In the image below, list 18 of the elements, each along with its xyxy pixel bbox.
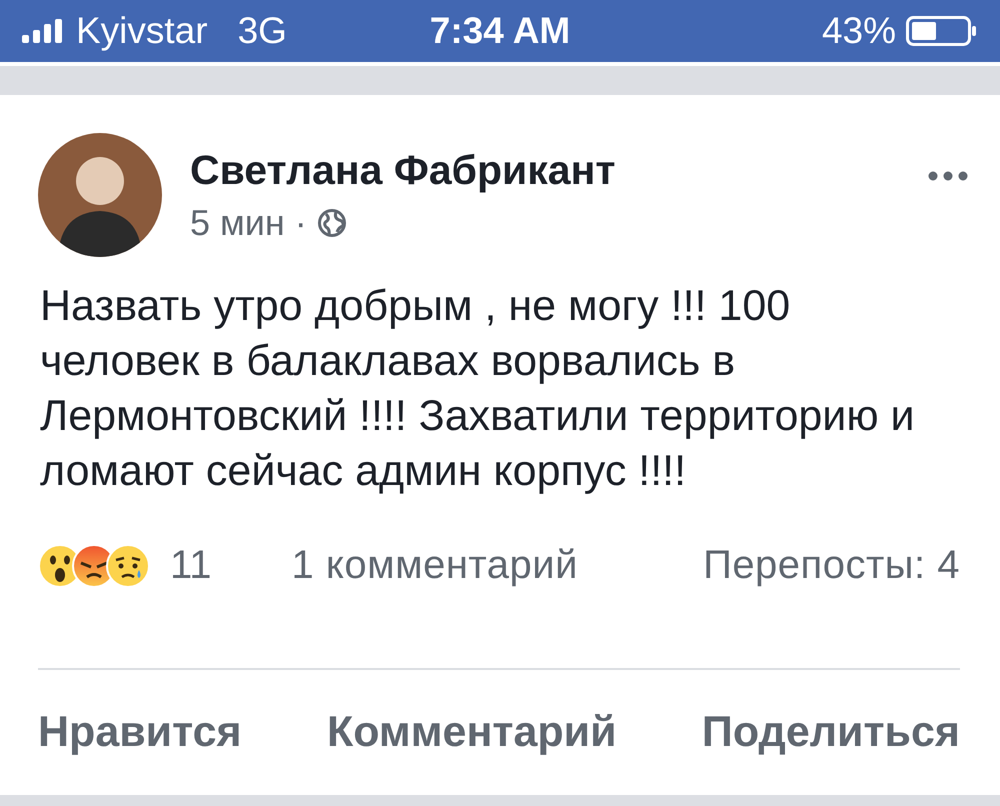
separator-dot: · (294, 202, 307, 244)
clock: 7:34 AM (430, 10, 570, 52)
network-type: 3G (238, 10, 287, 52)
post-text: Назвать утро добрым , не могу !!! 100 человек в балаклавах ворвались в Лермонтовский !!!! Захватили территорию и ломают сейчас админ корпус !!!! (40, 281, 916, 497)
globe-icon (316, 208, 347, 238)
reaction-count[interactable]: 11 (170, 543, 212, 588)
comment-count[interactable]: 1 комментарий (292, 543, 578, 588)
share-count[interactable]: Перепосты: 4 (703, 543, 960, 588)
carrier-name: Kyivstar (76, 10, 208, 52)
action-button[interactable]: Нравится (38, 708, 242, 757)
battery-percent: 43% (822, 10, 896, 52)
author-name[interactable]: Светлана Фабрикант (190, 147, 928, 194)
reaction-faces-icon[interactable] (38, 544, 150, 588)
action-button[interactable]: Поделиться (702, 708, 960, 757)
action-button[interactable]: Комментарий (326, 708, 617, 757)
more-options-icon[interactable] (928, 171, 968, 181)
post-time[interactable]: 5 мин (190, 202, 285, 244)
battery-icon (906, 16, 978, 46)
